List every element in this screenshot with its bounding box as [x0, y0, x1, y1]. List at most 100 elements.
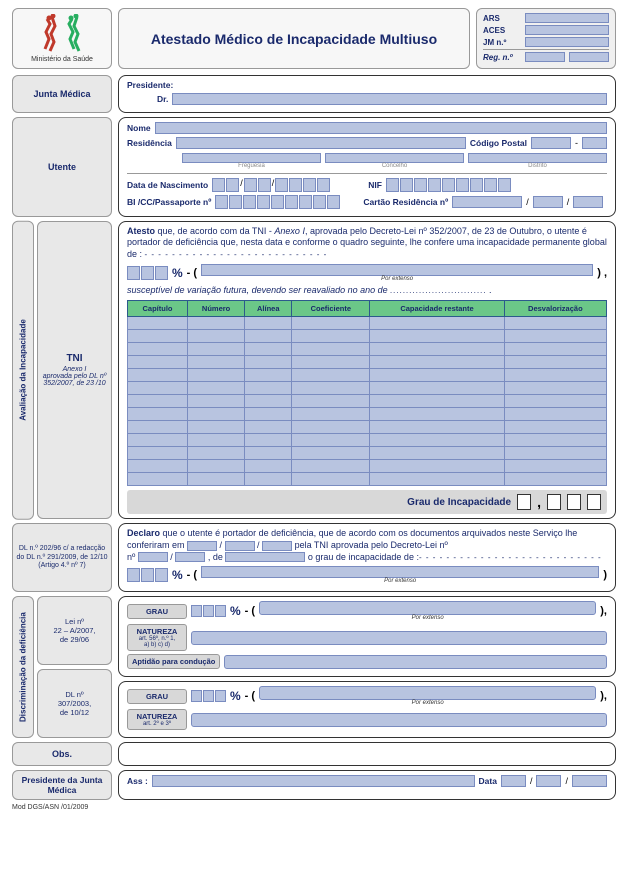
table-cell[interactable]: [188, 395, 245, 408]
table-cell[interactable]: [292, 356, 370, 369]
table-cell[interactable]: [128, 408, 188, 421]
table-cell[interactable]: [504, 421, 606, 434]
table-cell[interactable]: [292, 317, 370, 330]
table-cell[interactable]: [292, 330, 370, 343]
grau2-ext-field[interactable]: [259, 686, 596, 700]
natureza2-field[interactable]: [191, 713, 607, 727]
table-cell[interactable]: [188, 447, 245, 460]
table-cell[interactable]: [188, 434, 245, 447]
declaro-extenso-field[interactable]: [201, 566, 599, 578]
table-cell[interactable]: [370, 421, 504, 434]
table-cell[interactable]: [245, 343, 292, 356]
cartao-field-3[interactable]: [573, 196, 603, 208]
cartao-field[interactable]: [452, 196, 522, 208]
table-cell[interactable]: [128, 343, 188, 356]
table-cell[interactable]: [128, 473, 188, 486]
table-cell[interactable]: [245, 408, 292, 421]
grau-box-2[interactable]: [547, 494, 561, 510]
nif-cells[interactable]: [386, 178, 511, 192]
table-cell[interactable]: [370, 460, 504, 473]
table-cell[interactable]: [504, 460, 606, 473]
table-cell[interactable]: [245, 421, 292, 434]
table-cell[interactable]: [188, 317, 245, 330]
table-cell[interactable]: [245, 447, 292, 460]
table-cell[interactable]: [128, 460, 188, 473]
table-cell[interactable]: [245, 330, 292, 343]
bi-cells[interactable]: [215, 195, 340, 209]
table-cell[interactable]: [245, 395, 292, 408]
cp-field-2[interactable]: [582, 137, 607, 149]
table-cell[interactable]: [504, 343, 606, 356]
grau-pct-cells[interactable]: [127, 266, 168, 280]
table-cell[interactable]: [128, 382, 188, 395]
table-cell[interactable]: [128, 317, 188, 330]
natureza1-field[interactable]: [191, 631, 607, 645]
distrito-field[interactable]: [468, 153, 607, 163]
reg-field-2[interactable]: [569, 52, 609, 62]
table-cell[interactable]: [504, 447, 606, 460]
grau1-ext-field[interactable]: [259, 601, 596, 615]
table-cell[interactable]: [370, 447, 504, 460]
table-cell[interactable]: [370, 317, 504, 330]
data-d[interactable]: [501, 775, 526, 787]
table-cell[interactable]: [245, 317, 292, 330]
table-cell[interactable]: [370, 382, 504, 395]
table-cell[interactable]: [292, 447, 370, 460]
cp-field-1[interactable]: [531, 137, 571, 149]
table-cell[interactable]: [504, 395, 606, 408]
table-cell[interactable]: [504, 434, 606, 447]
table-cell[interactable]: [504, 473, 606, 486]
table-cell[interactable]: [188, 382, 245, 395]
table-cell[interactable]: [128, 356, 188, 369]
table-cell[interactable]: [292, 408, 370, 421]
table-cell[interactable]: [245, 369, 292, 382]
table-cell[interactable]: [128, 447, 188, 460]
ass-field[interactable]: [152, 775, 475, 787]
table-cell[interactable]: [370, 343, 504, 356]
reg-field-1[interactable]: [525, 52, 565, 62]
table-cell[interactable]: [504, 369, 606, 382]
table-cell[interactable]: [128, 434, 188, 447]
table-cell[interactable]: [245, 434, 292, 447]
nome-field[interactable]: [155, 122, 607, 134]
table-cell[interactable]: [292, 434, 370, 447]
table-cell[interactable]: [245, 382, 292, 395]
dr-field[interactable]: [172, 93, 607, 105]
table-cell[interactable]: [292, 460, 370, 473]
table-cell[interactable]: [504, 408, 606, 421]
data-nasc-cells[interactable]: //: [212, 178, 330, 192]
residencia-field[interactable]: [176, 137, 466, 149]
table-cell[interactable]: [128, 421, 188, 434]
table-cell[interactable]: [504, 330, 606, 343]
grau-box-4[interactable]: [587, 494, 601, 510]
table-cell[interactable]: [370, 473, 504, 486]
table-cell[interactable]: [370, 434, 504, 447]
table-cell[interactable]: [188, 408, 245, 421]
cartao-field-2[interactable]: [533, 196, 563, 208]
table-cell[interactable]: [188, 343, 245, 356]
jm-field[interactable]: [525, 37, 609, 47]
table-cell[interactable]: [245, 460, 292, 473]
table-cell[interactable]: [370, 395, 504, 408]
table-cell[interactable]: [292, 343, 370, 356]
table-cell[interactable]: [370, 356, 504, 369]
table-cell[interactable]: [128, 395, 188, 408]
grau-extenso-field[interactable]: [201, 264, 593, 276]
table-cell[interactable]: [292, 421, 370, 434]
table-cell[interactable]: [292, 473, 370, 486]
concelho-field[interactable]: [325, 153, 464, 163]
declaro-pct-cells[interactable]: [127, 568, 168, 582]
table-cell[interactable]: [292, 382, 370, 395]
table-cell[interactable]: [188, 330, 245, 343]
table-cell[interactable]: [292, 395, 370, 408]
table-cell[interactable]: [188, 460, 245, 473]
freguesia-field[interactable]: [182, 153, 321, 163]
aces-field[interactable]: [525, 25, 609, 35]
table-cell[interactable]: [504, 356, 606, 369]
grau-box-1[interactable]: [517, 494, 531, 510]
table-cell[interactable]: [504, 382, 606, 395]
table-cell[interactable]: [292, 369, 370, 382]
ars-field[interactable]: [525, 13, 609, 23]
grau-box-3[interactable]: [567, 494, 581, 510]
table-cell[interactable]: [370, 408, 504, 421]
